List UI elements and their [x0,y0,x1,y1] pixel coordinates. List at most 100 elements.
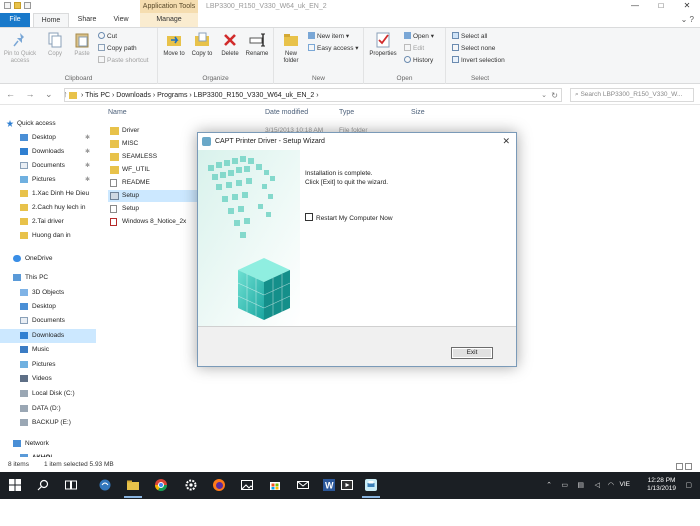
invert-selection-button[interactable]: Invert selection [452,56,505,66]
nav-item-backup-drive[interactable]: BACKUP (E:) [0,416,96,430]
edit-button[interactable]: Edit [404,44,424,54]
close-button[interactable]: ✕ [674,0,700,13]
clock[interactable]: 12:28 PM 1/13/2019 [647,477,676,493]
copy-path-button[interactable]: Copy path [98,44,137,54]
file-explorer-icon[interactable] [126,478,140,492]
address-dropdown-icon[interactable]: ⌄ [541,89,547,102]
refresh-icon[interactable]: ↻ [551,89,558,102]
copy-button[interactable]: Copy [44,31,66,58]
nav-item-pictures[interactable]: Pictures [0,358,96,372]
firefox-icon[interactable] [212,478,226,492]
exit-button[interactable]: Exit [451,347,493,359]
tab-view[interactable]: View [106,13,136,27]
new-folder-qa-icon[interactable] [14,2,21,9]
tab-share[interactable]: Share [72,13,102,27]
selection-info: 1 item selected 5.93 MB [44,461,114,468]
column-header-date[interactable]: Date modified [265,109,308,116]
move-to-button[interactable]: Move to [162,31,186,58]
dialog-separator [198,326,516,327]
delete-button[interactable]: Delete [218,31,242,58]
media-player-icon[interactable] [340,478,354,492]
input-language[interactable]: VIE [620,481,630,488]
details-view-icon[interactable] [676,463,683,470]
nav-item-folder[interactable]: 2.Tai driver [0,215,96,229]
notifications-icon[interactable]: ▢ [685,481,692,489]
customize-qa-icon[interactable] [24,2,31,9]
nav-onedrive[interactable]: OneDrive [0,252,96,266]
nav-item-local-disk[interactable]: Local Disk (C:) [0,387,96,401]
select-all-button[interactable]: Select all [452,32,487,42]
pin-to-quick-access-button[interactable]: Pin to Quick access [2,31,38,65]
nav-item-downloads[interactable]: Downloads ✱ [0,145,96,159]
settings-icon[interactable] [184,478,198,492]
new-item-button[interactable]: New item ▾ [308,32,349,42]
word-icon[interactable]: W [322,478,336,492]
history-button[interactable]: History [404,56,433,66]
paste-button[interactable]: Paste [70,31,94,58]
nav-item-data-drive[interactable]: DATA (D:) [0,402,96,416]
dialog-close-button[interactable]: ✕ [502,133,510,150]
easy-access-button[interactable]: Easy access ▾ [308,44,359,54]
search-input[interactable]: ⌕ Search LBP3300_R150_V330_W... [570,88,694,102]
pictures-icon [20,176,28,183]
column-header-size[interactable]: Size [411,109,425,116]
large-icons-view-icon[interactable] [685,463,692,470]
navigation-buttons[interactable]: ← → ⌄ ↑ [6,89,72,100]
address-bar[interactable]: › This PC › Downloads › Programs › LBP33… [64,88,562,102]
chrome-icon[interactable] [154,478,168,492]
nav-item-desktop[interactable]: Desktop ✱ [0,131,96,145]
column-header-type[interactable]: Type [339,109,354,116]
tray-overflow-icon[interactable]: ⌃ [546,481,552,489]
nav-item-3d-objects[interactable]: 3D Objects [0,286,96,300]
properties-button[interactable]: Properties [366,31,400,58]
move-to-label: Move to [163,51,185,57]
nav-item-folder[interactable]: 1.Xac Dinh He Dieu [0,187,96,201]
tab-file[interactable]: File [0,13,30,27]
store-icon[interactable] [268,478,282,492]
task-view-icon[interactable] [64,478,78,492]
ribbon-help-icons[interactable]: ⌄ ? [681,15,694,24]
volume-icon[interactable]: ◁ [595,481,600,489]
nav-item-documents[interactable]: Documents ✱ [0,159,96,173]
nav-item-desktop[interactable]: Desktop [0,300,96,314]
minimize-button[interactable]: — [622,0,648,13]
search-icon[interactable] [36,478,50,492]
network-tray-icon[interactable]: ▭ [561,481,568,489]
tab-home[interactable]: Home [33,13,69,27]
windows-start-icon[interactable] [8,478,22,492]
tab-manage[interactable]: Manage [140,13,198,27]
maximize-button[interactable]: □ [648,0,674,13]
search-placeholder: Search LBP3300_R150_V330_W... [580,91,683,98]
nav-item-videos[interactable]: Videos [0,372,96,386]
select-none-button[interactable]: Select none [452,44,495,54]
printer-setup-icon[interactable] [364,478,378,492]
restart-checkbox[interactable]: Restart My Computer Now [305,213,393,223]
edge-browser-icon[interactable] [98,478,112,492]
nav-item-downloads-selected[interactable]: Downloads [0,329,96,343]
column-header-name[interactable]: Name [108,109,127,116]
printer-tray-icon[interactable]: ▤ [577,481,584,489]
downloads-icon [20,332,28,339]
cut-button[interactable]: Cut [98,32,117,42]
mail-icon[interactable] [296,478,310,492]
dialog-title: CAPT Printer Driver - Setup Wizard [215,138,325,145]
photos-icon[interactable] [240,478,254,492]
wifi-icon[interactable]: ◠ [608,481,614,489]
breadcrumb[interactable]: › This PC › Downloads › Programs › LBP33… [81,89,319,102]
properties-qa-icon[interactable] [4,2,11,9]
nav-item-pictures[interactable]: Pictures ✱ [0,173,96,187]
checkbox-box[interactable] [305,213,313,221]
new-folder-button[interactable]: New folder [278,31,304,65]
nav-quick-access[interactable]: Quick access [0,117,96,131]
nav-network[interactable]: Network [0,437,96,451]
copy-to-label: Copy to [191,51,213,57]
paste-shortcut-button[interactable]: Paste shortcut [98,56,149,66]
nav-item-documents[interactable]: Documents [0,314,96,328]
nav-item-music[interactable]: Music [0,343,96,357]
nav-this-pc[interactable]: This PC [0,271,96,285]
nav-item-folder[interactable]: Huong dan in [0,229,96,243]
nav-item-folder[interactable]: 2.Cach huy lech in [0,201,96,215]
open-button[interactable]: Open ▾ [404,32,434,42]
copy-to-button[interactable]: Copy to [190,31,214,58]
rename-button[interactable]: Rename [244,31,270,58]
